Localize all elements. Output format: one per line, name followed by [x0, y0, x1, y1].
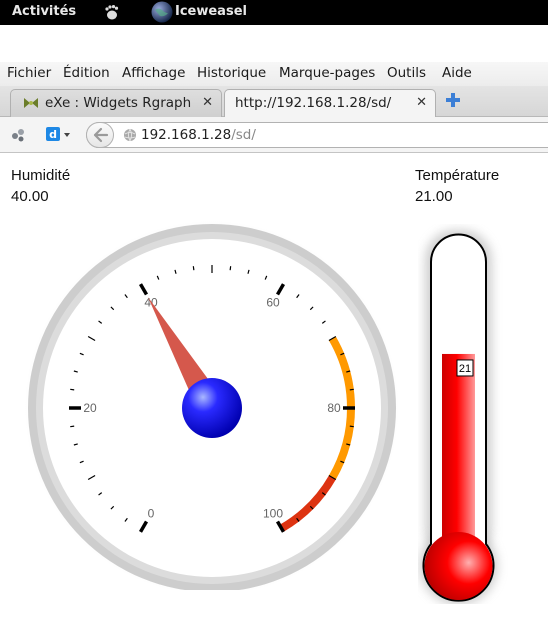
menu-affichage[interactable]: Affichage: [122, 65, 185, 81]
menu-aide[interactable]: Aide: [442, 65, 472, 81]
gauge-minor-tick: [229, 266, 232, 271]
tab-bar: eXe : Widgets Rgraph ✕ http://192.168.1.…: [0, 86, 548, 118]
humidity-gauge: 020406080100: [24, 220, 400, 590]
temperature-thermometer: 21: [419, 230, 498, 604]
menu-edition[interactable]: Édition: [63, 65, 110, 81]
gauge-minor-tick: [70, 388, 75, 391]
addon-puzzle-icon[interactable]: [10, 127, 26, 143]
site-identity-icon[interactable]: [123, 128, 137, 142]
gauge-tick-label: 0: [148, 507, 155, 521]
menu-fichier[interactable]: Fichier: [7, 65, 51, 81]
gauge-minor-tick: [349, 425, 354, 428]
gauge-needle-hub: [182, 378, 242, 438]
tab-label: http://192.168.1.28/sd/: [235, 95, 392, 111]
navigation-bar: d 192.168.1.28/sd/: [0, 117, 548, 153]
menu-outils[interactable]: Outils: [387, 65, 426, 81]
back-button[interactable]: [86, 122, 114, 148]
gauge-tick-label: 60: [266, 295, 280, 309]
app-name[interactable]: Iceweasel: [175, 4, 247, 19]
gauge-tick-label: 80: [327, 401, 341, 415]
url-host: 192.168.1.28: [141, 127, 232, 143]
url-text: 192.168.1.28/sd/: [141, 127, 256, 143]
humidity-value: 40.00: [11, 188, 49, 205]
window-title-bar: [0, 25, 548, 62]
url-bar[interactable]: 192.168.1.28/sd/: [86, 122, 548, 148]
page-content: Humidité 40.00 Température 21.00 0204060…: [0, 154, 548, 622]
new-tab-plus-icon[interactable]: [444, 91, 462, 109]
tab-sd-page[interactable]: http://192.168.1.28/sd/ ✕: [224, 89, 436, 118]
thermometer-bulb: [424, 532, 493, 600]
gnome-foot-icon[interactable]: [103, 4, 119, 20]
exe-favicon-icon: [24, 98, 38, 108]
humidity-label: Humidité: [11, 167, 71, 184]
tab-label: eXe : Widgets Rgraph: [45, 95, 192, 111]
gauge-minor-tick: [192, 266, 195, 271]
close-tab-icon[interactable]: ✕: [416, 95, 427, 110]
svg-text:d: d: [49, 128, 57, 141]
close-tab-icon[interactable]: ✕: [202, 95, 213, 110]
iceweasel-globe-icon: [151, 1, 173, 23]
download-helper-icon[interactable]: d: [44, 125, 74, 145]
gauge-minor-tick: [70, 425, 75, 428]
gauge-minor-tick: [349, 388, 354, 391]
temperature-label: Température: [415, 167, 500, 184]
activities-button[interactable]: Activités: [12, 4, 76, 19]
url-path: /sd/: [231, 127, 256, 143]
thermometer-value-label: 21: [459, 363, 471, 375]
tab-exe-widgets[interactable]: eXe : Widgets Rgraph ✕: [10, 89, 222, 117]
temperature-value: 21.00: [415, 188, 453, 205]
back-arrow-icon: [93, 127, 109, 143]
gauge-tick-label: 20: [83, 401, 97, 415]
system-top-bar: Activités Iceweasel: [0, 0, 548, 25]
menu-historique[interactable]: Historique: [197, 65, 266, 81]
thermometer-mercury: [442, 353, 475, 544]
gauge-tick-label: 100: [263, 507, 283, 521]
menu-bar: Fichier Édition Affichage Historique Mar…: [0, 62, 548, 86]
menu-marque-pages[interactable]: Marque-pages: [279, 65, 375, 81]
